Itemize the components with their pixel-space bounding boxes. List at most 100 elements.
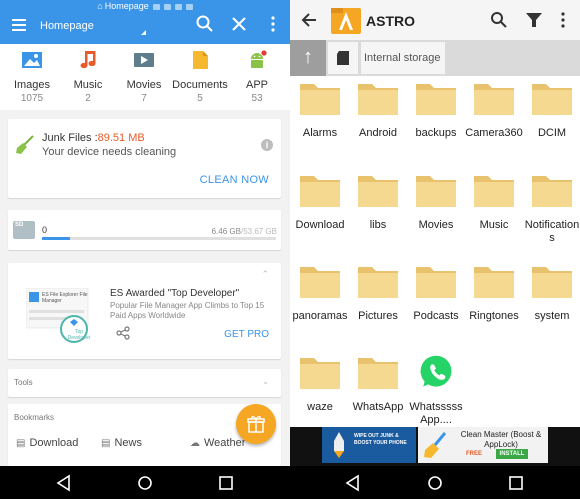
- breadcrumb: ↑ Internal storage: [290, 40, 580, 76]
- navigate-up-button[interactable]: ↑: [290, 40, 326, 76]
- back-arrow-icon[interactable]: [300, 11, 318, 29]
- folder-name: Podcasts: [413, 310, 459, 322]
- install-button[interactable]: INSTALL: [496, 449, 528, 459]
- breadcrumb-internal-storage[interactable]: Internal storage: [361, 42, 445, 74]
- storage-used: 6.46 GB: [211, 227, 241, 236]
- folder-icon: [532, 176, 572, 207]
- folder-item[interactable]: DCIM: [523, 80, 580, 140]
- filter-icon[interactable]: [525, 11, 543, 29]
- folder-item[interactable]: backups: [407, 80, 465, 140]
- folder-icon: [474, 267, 514, 298]
- sd-card-icon: SD: [13, 221, 35, 239]
- category-count: 53: [251, 93, 263, 104]
- category-label: Music: [73, 79, 103, 91]
- bookmark-news[interactable]: ▤ News: [101, 437, 142, 449]
- category-movies[interactable]: Movies 7: [115, 50, 173, 104]
- status-title: Homepage: [104, 1, 149, 11]
- category-count: 2: [85, 93, 91, 104]
- folder-name: WhatsssssApp....: [409, 401, 463, 426]
- ad-free-label: FREE: [466, 451, 483, 457]
- folder-item[interactable]: waze: [291, 354, 349, 414]
- rocket-icon: [334, 432, 344, 458]
- menu-icon[interactable]: [12, 19, 26, 31]
- folder-item[interactable]: system: [523, 263, 580, 323]
- folder-item[interactable]: libs: [349, 172, 407, 232]
- folder-item[interactable]: Music: [465, 172, 523, 232]
- category-app[interactable]: APP 53: [228, 50, 286, 104]
- folder-icon: [474, 84, 514, 115]
- home-nav-icon[interactable]: [426, 474, 444, 492]
- breadcrumb-device[interactable]: [328, 42, 358, 74]
- category-documents[interactable]: Documents 5: [171, 50, 229, 104]
- promo-description: Popular File Manager App Climbs to Top 1…: [110, 301, 265, 320]
- category-label: APP: [245, 79, 268, 91]
- ad-tagline: WIPE OUT JUNK & BOOST YOUR PHONE: [354, 433, 407, 446]
- folder-item[interactable]: WhatsApp: [349, 354, 407, 414]
- gift-fab-button[interactable]: [236, 404, 276, 444]
- es-status-bar: ⌂ Homepage: [0, 1, 290, 13]
- close-icon[interactable]: [229, 14, 249, 34]
- folder-icon: [416, 84, 456, 115]
- folder-name: Camera360: [465, 127, 523, 139]
- status-icon: [163, 3, 171, 10]
- share-icon[interactable]: [116, 326, 130, 340]
- chevron-up-icon[interactable]: ⌃: [261, 269, 269, 280]
- folder-name: DCIM: [537, 127, 567, 139]
- junk-files-card: Junk Files :89.51 MB Your device needs c…: [8, 119, 281, 198]
- folder-item[interactable]: Download: [291, 172, 349, 232]
- folder-name: WhatsApp: [352, 401, 404, 413]
- arrow-up-icon: ↑: [303, 46, 313, 68]
- folder-item[interactable]: Android: [349, 80, 407, 140]
- chevron-down-icon: ⌄: [262, 377, 269, 386]
- tools-section[interactable]: Tools ⌄: [8, 369, 281, 397]
- bookmarks-label: Bookmarks: [14, 413, 55, 422]
- category-images[interactable]: Images 1075: [3, 50, 61, 104]
- document-icon: [193, 51, 208, 69]
- folder-item[interactable]: Podcasts: [407, 263, 465, 323]
- more-options-icon[interactable]: [557, 11, 569, 29]
- bookmark-download[interactable]: ▤ Download: [16, 437, 78, 449]
- home-nav-icon[interactable]: [136, 474, 154, 492]
- folder-item[interactable]: panoramas: [291, 263, 349, 323]
- storage-progress-bar: [42, 237, 276, 240]
- folder-icon: [300, 267, 340, 298]
- recents-nav-icon[interactable]: [507, 474, 525, 492]
- clean-now-button[interactable]: CLEAN NOW: [200, 174, 269, 186]
- search-icon[interactable]: [195, 14, 215, 34]
- ad-banner[interactable]: WIPE OUT JUNK & BOOST YOUR PHONE Clean M…: [290, 427, 580, 466]
- folder-icon: [300, 358, 340, 389]
- recents-nav-icon[interactable]: [217, 474, 235, 492]
- folder-item[interactable]: Alarms: [291, 80, 349, 140]
- search-icon[interactable]: [490, 11, 508, 29]
- folder-name: panoramas: [292, 310, 348, 322]
- back-nav-icon[interactable]: [55, 474, 73, 492]
- bookmark-weather[interactable]: ☁ Weather: [190, 437, 245, 449]
- status-icon: [174, 3, 182, 10]
- broom-icon: [16, 135, 34, 154]
- bookmark-label: Download: [29, 437, 79, 449]
- folder-item[interactable]: Notifications: [523, 172, 580, 245]
- folder-item[interactable]: Camera360: [465, 80, 523, 140]
- storage-card[interactable]: SD 0 6.46 GB/53.67 GB: [8, 210, 281, 250]
- back-nav-icon[interactable]: [344, 474, 362, 492]
- category-music[interactable]: Music 2: [59, 50, 117, 104]
- folder-item[interactable]: Movies: [407, 172, 465, 232]
- junk-files-subtitle: Your device needs cleaning: [42, 146, 177, 158]
- category-bar: Images 1075 Music 2 Movies 7 Documents 5…: [0, 44, 290, 110]
- folder-item[interactable]: Pictures: [349, 263, 407, 323]
- bookmark-label: Weather: [204, 437, 246, 449]
- info-icon[interactable]: i: [261, 139, 273, 151]
- thumbnail-title: ES File Explorer File Manager: [42, 292, 88, 304]
- astro-panel: ASTRO ↑ Internal storage Alarms Android ba…: [290, 0, 580, 466]
- folder-item[interactable]: Ringtones: [465, 263, 523, 323]
- promo-title: ES Awarded "Top Developer": [110, 288, 240, 299]
- es-file-explorer-panel: ⌂ Homepage Homepage Images 1075 Music 2 M…: [0, 0, 290, 466]
- more-options-icon[interactable]: [263, 14, 283, 34]
- category-count: 1075: [20, 93, 44, 104]
- header-title[interactable]: Homepage: [40, 20, 94, 32]
- news-icon: ▤: [101, 438, 111, 449]
- folder-name: Alarms: [302, 127, 338, 139]
- folder-icon: [358, 267, 398, 298]
- get-pro-button[interactable]: GET PRO: [224, 329, 269, 340]
- folder-item[interactable]: WhatsssssApp....: [407, 354, 465, 427]
